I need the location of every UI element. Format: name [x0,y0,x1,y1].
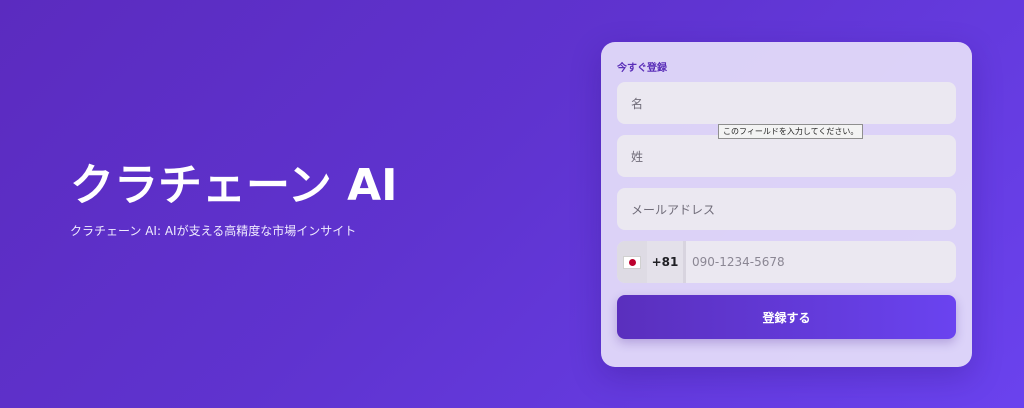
signup-heading: 今すぐ登録 [617,63,667,74]
email-field[interactable]: メールアドレス [617,188,956,230]
email-placeholder: メールアドレス [631,202,716,217]
phone-field-group: +81 090-1234-5678 [617,241,956,283]
first-name-placeholder: 名 [631,96,644,111]
signup-card: 今すぐ登録 名 このフィールドを入力してください。 姓 メールアドレス +81 … [601,42,972,367]
last-name-field[interactable]: 姓 [617,135,956,177]
first-name-field[interactable]: 名 [617,82,956,124]
validation-tooltip: このフィールドを入力してください。 [718,124,864,139]
hero-section: クラチェーン AI クラチェーン AI: AIが支える高精度な市場インサイト [70,160,398,239]
country-selector[interactable] [617,241,647,283]
japan-flag-icon [623,255,641,269]
phone-placeholder: 090-1234-5678 [692,255,785,269]
dial-code[interactable]: +81 [647,241,686,283]
landing-page: クラチェーン AI クラチェーン AI: AIが支える高精度な市場インサイト 今… [0,0,1024,408]
last-name-placeholder: 姓 [631,149,644,164]
hero-title: クラチェーン AI [70,160,398,211]
register-button[interactable]: 登録する [617,295,956,339]
flag-circle [628,258,636,266]
hero-subtitle: クラチェーン AI: AIが支える高精度な市場インサイト [70,224,357,238]
phone-input[interactable]: 090-1234-5678 [686,241,956,283]
